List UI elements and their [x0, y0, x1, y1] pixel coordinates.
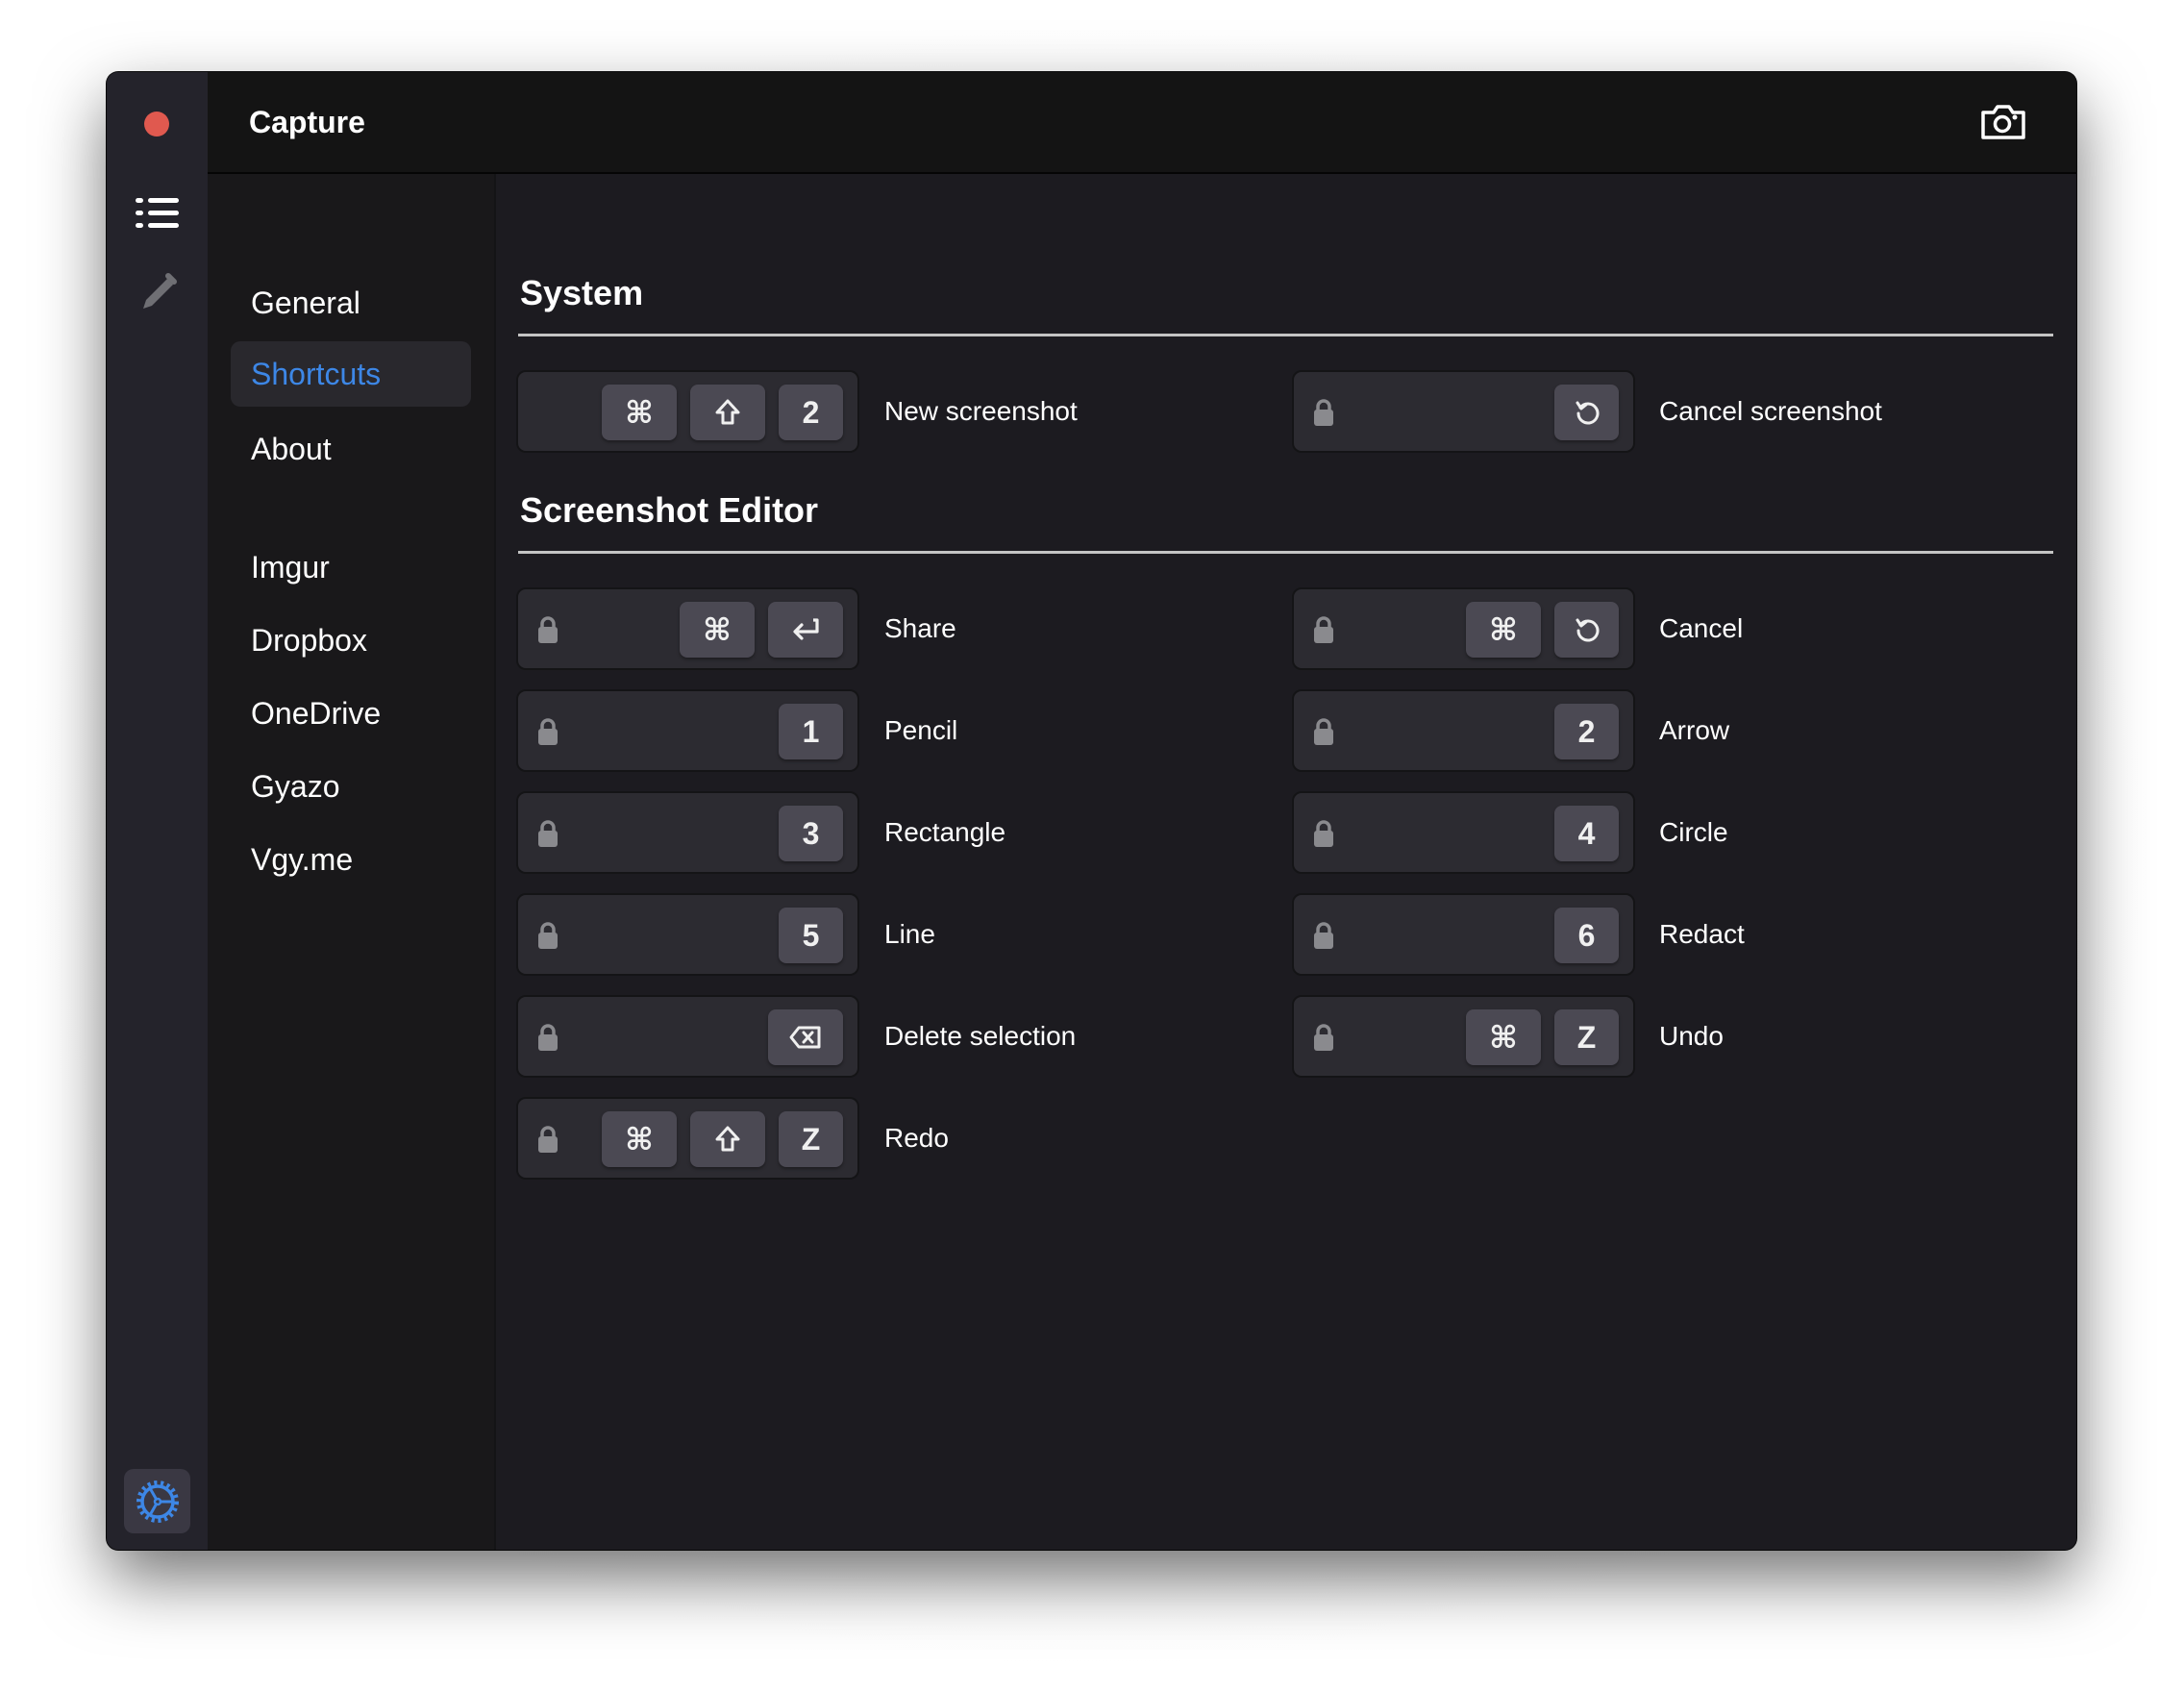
shortcut-recorder-rectangle[interactable]: 3	[516, 791, 859, 874]
nav-item-onedrive[interactable]: OneDrive	[231, 681, 471, 746]
return-key	[768, 602, 843, 658]
delete-key	[768, 1009, 843, 1065]
shortcut-recorder-delete-selection[interactable]	[516, 995, 859, 1078]
key-3: 3	[779, 806, 843, 861]
key-combination: ⌘ Z	[1466, 1009, 1619, 1069]
nav-item-shortcuts[interactable]: Shortcuts	[231, 341, 471, 407]
shift-key	[690, 385, 765, 440]
escape-key	[1554, 602, 1619, 658]
key-5: 5	[779, 908, 843, 963]
icon-strip	[107, 72, 208, 1550]
titlebar: Capture	[208, 72, 2076, 174]
shortcut-label: Pencil	[884, 715, 958, 745]
shortcut-label: Share	[884, 613, 956, 643]
shortcut-recorder-redact[interactable]: 6	[1292, 893, 1635, 976]
key-combination: ⌘ Z	[602, 1111, 843, 1171]
command-key: ⌘	[1466, 602, 1541, 658]
lock-icon	[537, 921, 558, 950]
lock-icon	[1313, 1023, 1334, 1052]
nav-item-about[interactable]: About	[231, 416, 471, 482]
close-button[interactable]	[144, 112, 169, 137]
app-title: Capture	[249, 105, 365, 139]
lock-icon	[1313, 921, 1334, 950]
app-window: Capture General Shortcuts About Imgur Dr…	[107, 72, 2076, 1550]
key-2: 2	[1554, 704, 1619, 759]
nav-item-vgyme[interactable]: Vgy.me	[231, 827, 471, 892]
shortcut-label: Circle	[1659, 817, 1728, 847]
command-key: ⌘	[602, 385, 677, 440]
shortcut-recorder-undo[interactable]: ⌘ Z	[1292, 995, 1635, 1078]
list-icon[interactable]	[136, 191, 180, 236]
command-key: ⌘	[680, 602, 755, 658]
shortcut-label: New screenshot	[884, 396, 1078, 426]
key-combination: 3	[779, 806, 843, 865]
key-combination: 2	[1554, 704, 1619, 763]
section-title-system: System	[520, 273, 644, 312]
shortcut-label: Line	[884, 919, 935, 949]
lock-icon	[537, 1023, 558, 1052]
key-2: 2	[779, 385, 843, 440]
section-title-editor: Screenshot Editor	[520, 490, 819, 530]
shortcut-recorder-line[interactable]: 5	[516, 893, 859, 976]
shortcut-recorder-cancel-screenshot[interactable]	[1292, 370, 1635, 453]
key-combination: 4	[1554, 806, 1619, 865]
section-divider	[518, 334, 2053, 336]
key-6: 6	[1554, 908, 1619, 963]
shift-key	[690, 1111, 765, 1167]
shortcut-label: Redo	[884, 1123, 949, 1153]
lock-icon	[537, 615, 558, 644]
shortcut-recorder-circle[interactable]: 4	[1292, 791, 1635, 874]
lock-icon	[537, 717, 558, 746]
key-combination: 6	[1554, 908, 1619, 967]
lock-icon	[537, 819, 558, 848]
nav-item-imgur[interactable]: Imgur	[231, 535, 471, 600]
key-z: Z	[1554, 1009, 1619, 1065]
shortcut-recorder-arrow[interactable]: 2	[1292, 689, 1635, 772]
shortcut-recorder-pencil[interactable]: 1	[516, 689, 859, 772]
key-combination	[768, 1009, 843, 1069]
lock-icon	[1313, 398, 1334, 427]
command-key: ⌘	[1466, 1009, 1541, 1065]
nav-item-gyazo[interactable]: Gyazo	[231, 754, 471, 819]
settings-button[interactable]	[124, 1469, 190, 1533]
escape-key	[1554, 385, 1619, 440]
settings-nav: General Shortcuts About Imgur Dropbox On…	[208, 174, 496, 1550]
key-combination: ⌘	[1466, 602, 1619, 661]
lock-icon	[537, 1125, 558, 1154]
key-combination: ⌘	[680, 602, 843, 661]
shortcut-label: Delete selection	[884, 1021, 1077, 1051]
shortcut-label: Cancel	[1659, 613, 1744, 643]
shortcut-label: Undo	[1659, 1021, 1724, 1051]
shortcuts-panel: System Screenshot Editor ⌘ 2 New screensho…	[496, 174, 2076, 1550]
shortcut-recorder-redo[interactable]: ⌘ Z	[516, 1097, 859, 1180]
lock-icon	[1313, 717, 1334, 746]
gear-icon	[136, 1480, 179, 1523]
key-combination: 1	[779, 704, 843, 763]
shortcut-recorder-cancel[interactable]: ⌘	[1292, 587, 1635, 670]
key-1: 1	[779, 704, 843, 759]
shortcut-label: Cancel screenshot	[1659, 396, 1882, 426]
lock-icon	[1313, 819, 1334, 848]
nav-item-general[interactable]: General	[231, 270, 471, 336]
shortcut-label: Arrow	[1659, 715, 1730, 745]
nav-item-dropbox[interactable]: Dropbox	[231, 608, 471, 673]
key-z: Z	[779, 1111, 843, 1167]
command-key: ⌘	[602, 1111, 677, 1167]
key-combination	[1554, 385, 1619, 444]
camera-icon	[1981, 105, 2025, 139]
shortcut-label: Rectangle	[884, 817, 1006, 847]
key-combination: ⌘ 2	[602, 385, 843, 444]
key-combination: 5	[779, 908, 843, 967]
key-4: 4	[1554, 806, 1619, 861]
lock-icon	[1313, 615, 1334, 644]
pencil-icon[interactable]	[136, 270, 180, 314]
shortcut-recorder-new-screenshot[interactable]: ⌘ 2	[516, 370, 859, 453]
shortcut-label: Redact	[1659, 919, 1745, 949]
camera-button[interactable]	[1978, 99, 2028, 145]
section-divider	[518, 551, 2053, 554]
shortcut-recorder-share[interactable]: ⌘	[516, 587, 859, 670]
